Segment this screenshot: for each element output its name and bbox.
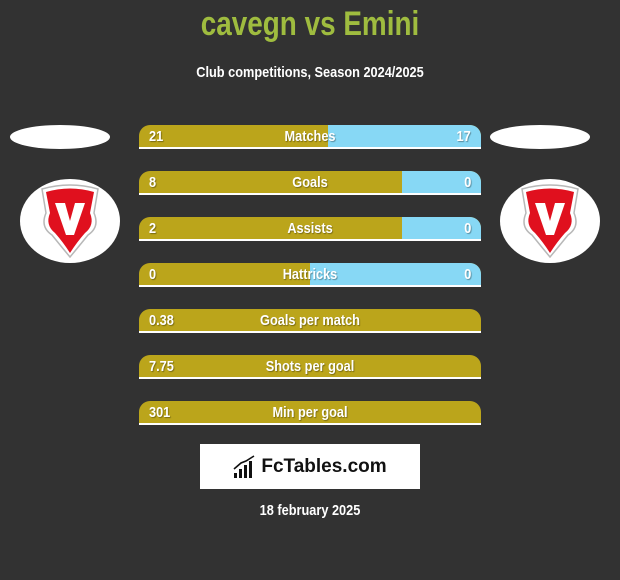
- right-player-name-placeholder: [490, 125, 590, 149]
- competition-subtitle: Club competitions, Season 2024/2025: [196, 64, 424, 81]
- page-title: cavegn vs Emini: [200, 5, 420, 43]
- left-stat-value: 0: [149, 266, 157, 283]
- left-stat-value: 21: [149, 128, 164, 145]
- left-stat-value: 2: [149, 220, 157, 237]
- logo-text: FcTables.com: [261, 455, 387, 477]
- right-stat-value: 0: [463, 174, 471, 191]
- left-stat-value: 7.75: [149, 358, 174, 375]
- stat-row-hattricks: Hattricks 0 0: [139, 263, 481, 287]
- left-club-badge[interactable]: [20, 179, 120, 263]
- club-crest-v-shield-icon: [521, 184, 579, 259]
- stat-label: Hattricks: [282, 266, 338, 283]
- stat-row-shots-per-goal: Shots per goal 7.75: [139, 355, 481, 379]
- stat-row-matches: Matches 21 17: [139, 125, 481, 149]
- stat-row-goals-per-match: Goals per match 0.38: [139, 309, 481, 333]
- stat-label: Shots per goal: [265, 358, 355, 375]
- right-stat-value: 17: [456, 128, 471, 145]
- fctables-logo[interactable]: FcTables.com: [200, 444, 420, 489]
- left-stat-value: 301: [149, 404, 171, 421]
- stat-label: Goals: [292, 174, 328, 191]
- left-player-name-placeholder: [10, 125, 110, 149]
- stat-label: Assists: [287, 220, 333, 237]
- bar-chart-trend-icon: [233, 454, 255, 478]
- club-crest-v-shield-icon: [41, 184, 99, 259]
- stat-row-goals: Goals 8 0: [139, 171, 481, 195]
- report-date: 18 february 2025: [259, 502, 361, 519]
- stat-label: Goals per match: [260, 312, 360, 329]
- stat-row-min-per-goal: Min per goal 301: [139, 401, 481, 425]
- left-stat-value: 8: [149, 174, 157, 191]
- stat-row-assists: Assists 2 0: [139, 217, 481, 241]
- right-stat-value: 0: [463, 220, 471, 237]
- left-stat-value: 0.38: [149, 312, 174, 329]
- right-club-badge[interactable]: [500, 179, 600, 263]
- right-stat-value: 0: [463, 266, 471, 283]
- stat-label: Min per goal: [272, 404, 348, 421]
- stat-label: Matches: [284, 128, 336, 145]
